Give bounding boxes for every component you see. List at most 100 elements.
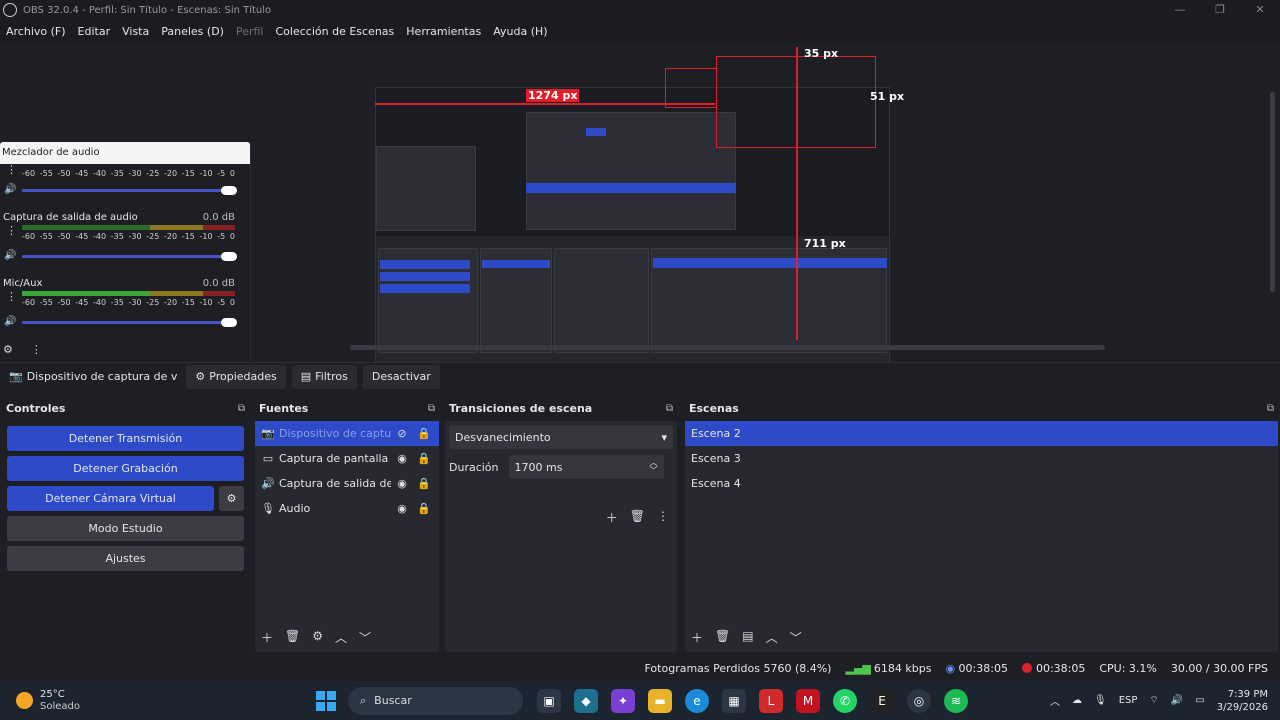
onedrive-icon[interactable]: ☁: [1072, 695, 1082, 706]
mic-tray-icon[interactable]: 🎙: [1094, 695, 1107, 706]
deactivate-button[interactable]: Desactivar: [362, 364, 440, 389]
ms-store-icon[interactable]: ▦: [722, 688, 746, 713]
menu-perfil[interactable]: Perfil: [236, 25, 264, 38]
preview-scrollbar-v[interactable]: [1270, 92, 1275, 292]
lock-icon[interactable]: 🔒: [413, 477, 435, 490]
scenes-toolbar: ＋ 🗑 ▤ ︿ ﹀: [691, 629, 802, 646]
chevron-up-icon[interactable]: ︿: [1050, 693, 1060, 708]
filters-button[interactable]: ▤ Filtros: [291, 364, 357, 389]
chevron-down-icon[interactable]: ﹀: [790, 629, 802, 646]
eye-icon[interactable]: ◉: [391, 452, 413, 465]
stop-streaming-button[interactable]: Detener Transmisión: [7, 426, 244, 451]
transition-select[interactable]: Desvanecimiento ▾: [449, 425, 673, 449]
settings-button[interactable]: Ajustes: [7, 546, 244, 571]
duration-spinbox[interactable]: 1700 ms ︿ ﹀: [508, 455, 664, 479]
more-icon[interactable]: ⋮: [657, 509, 669, 526]
more-icon[interactable]: ⋮: [31, 343, 42, 359]
menu-coleccion[interactable]: Colección de Escenas: [276, 25, 395, 38]
scene-item[interactable]: Escena 2: [685, 421, 1278, 446]
epic-games-icon[interactable]: E: [870, 688, 894, 713]
scene-item[interactable]: Escena 4: [685, 471, 1278, 496]
add-icon[interactable]: ＋: [691, 629, 703, 646]
eye-icon[interactable]: ◉: [391, 477, 413, 490]
status-bar: Fotogramas Perdidos 5760 (8.4%) ▂▄▆ 6184 …: [0, 655, 1280, 681]
source-item[interactable]: 🔊 Captura de salida de a ◉ 🔒: [255, 471, 439, 496]
lock-icon[interactable]: 🔒: [413, 427, 435, 440]
undock-icon[interactable]: ⧉: [666, 403, 673, 414]
language[interactable]: ESP: [1119, 695, 1138, 706]
source-item[interactable]: 🎙 Audio ◉ 🔒: [255, 496, 439, 521]
more-icon[interactable]: ⋮: [6, 291, 17, 302]
store-icon[interactable]: ◆: [574, 688, 598, 713]
trash-icon[interactable]: 🗑: [630, 509, 645, 526]
spin-arrows-icon[interactable]: ︿ ﹀: [650, 459, 658, 475]
taskbar-search[interactable]: ⌕ Buscar: [348, 686, 523, 715]
bitrate: ▂▄▆ 6184 kbps: [845, 661, 932, 675]
studio-mode-button[interactable]: Modo Estudio: [7, 516, 244, 541]
undock-icon[interactable]: ⧉: [238, 403, 245, 414]
chevron-down-icon[interactable]: ﹀: [359, 629, 371, 646]
windows-start-icon[interactable]: [316, 690, 336, 711]
chevron-up-icon[interactable]: ︿: [335, 629, 347, 646]
measure-label-height: 711 px: [804, 237, 846, 250]
more-icon[interactable]: ⋮: [6, 225, 17, 236]
trash-icon[interactable]: 🗑: [715, 629, 730, 646]
folder-icon[interactable]: ▬: [648, 688, 672, 713]
lock-icon[interactable]: 🔒: [413, 502, 435, 515]
preview-scrollbar-h[interactable]: [350, 345, 1105, 350]
camera-icon: 📷: [261, 427, 275, 440]
stop-recording-button[interactable]: Detener Grabación: [7, 456, 244, 481]
menu-editar[interactable]: Editar: [78, 25, 111, 38]
add-icon[interactable]: ＋: [261, 629, 273, 646]
battery-icon[interactable]: ▭: [1195, 695, 1204, 706]
volume-slider[interactable]: [22, 186, 237, 195]
volume-icon[interactable]: 🔊: [4, 184, 16, 195]
wifi-icon[interactable]: ⌔: [1149, 694, 1158, 707]
app-red-icon[interactable]: L: [759, 688, 783, 713]
menu-herramientas[interactable]: Herramientas: [406, 25, 481, 38]
undock-icon[interactable]: ⧉: [428, 403, 435, 414]
source-item[interactable]: 📷 Dispositivo de captura ⊘ 🔒: [255, 421, 439, 446]
more-icon[interactable]: ⋮: [6, 164, 17, 175]
properties-button[interactable]: ⚙ Propiedades: [186, 364, 286, 389]
mcafee-icon[interactable]: M: [796, 688, 820, 713]
volume-slider[interactable]: [22, 318, 237, 327]
volume-slider[interactable]: [22, 252, 237, 261]
source-item[interactable]: ▭ Captura de pantalla ◉ 🔒: [255, 446, 439, 471]
copilot-icon[interactable]: ✦: [611, 688, 635, 713]
minimize-button[interactable]: —: [1160, 0, 1200, 20]
measure-label-side: 51 px: [870, 90, 905, 103]
eye-icon[interactable]: ◉: [391, 502, 413, 515]
advanced-audio-icon[interactable]: ⚙: [3, 343, 13, 359]
add-icon[interactable]: ＋: [606, 509, 618, 526]
spotify-icon[interactable]: ≋: [944, 688, 968, 713]
weather-widget[interactable]: 25°C Soleado: [16, 689, 316, 713]
clock[interactable]: 7:39 PM 3/29/2026: [1217, 688, 1268, 714]
lock-icon[interactable]: 🔒: [413, 452, 435, 465]
menu-ayuda[interactable]: Ayuda (H): [493, 25, 547, 38]
obs-taskbar-icon[interactable]: ◎: [907, 688, 931, 713]
edge-icon[interactable]: e: [685, 688, 709, 713]
undock-icon[interactable]: ⧉: [1267, 403, 1274, 414]
nested-preview: [526, 112, 736, 230]
menu-paneles[interactable]: Paneles (D): [161, 25, 224, 38]
obs-logo-icon: [3, 3, 17, 17]
filter-icon[interactable]: ▤: [742, 629, 753, 646]
stop-virtual-camera-button[interactable]: Detener Cámara Virtual: [7, 486, 214, 511]
volume-icon[interactable]: 🔊: [4, 250, 16, 261]
whatsapp-icon[interactable]: ✆: [833, 688, 857, 713]
menu-vista[interactable]: Vista: [122, 25, 149, 38]
eye-hidden-icon[interactable]: ⊘: [391, 427, 413, 440]
scene-item[interactable]: Escena 3: [685, 446, 1278, 471]
menu-archivo[interactable]: Archivo (F): [6, 25, 66, 38]
task-view-icon[interactable]: ▣: [537, 688, 561, 713]
volume-icon[interactable]: 🔊: [4, 316, 16, 327]
trash-icon[interactable]: 🗑: [285, 629, 300, 646]
chevron-up-icon[interactable]: ︿: [766, 629, 778, 646]
virtual-camera-settings-button[interactable]: ⚙: [219, 486, 244, 511]
sources-toolbar: ＋ 🗑 ⚙ ︿ ﹀: [261, 629, 371, 646]
volume-tray-icon[interactable]: 🔊: [1171, 695, 1183, 706]
gear-icon[interactable]: ⚙: [312, 629, 323, 646]
close-button[interactable]: ✕: [1240, 0, 1280, 20]
maximize-button[interactable]: ❐: [1200, 0, 1240, 20]
